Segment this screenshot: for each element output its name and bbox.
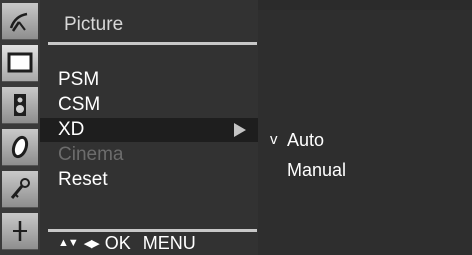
ok-hint: OK [104,232,131,253]
key-icon[interactable] [2,171,38,208]
menu-item-label: Cinema [58,144,124,165]
menu-item-label: XD [58,119,85,140]
picture-menu-panel: Picture PSM CSM XD Cinema Reset ▲▼ ◀▶ OK… [40,0,258,255]
title-divider [48,42,257,45]
menu-title: Picture [64,14,124,35]
menu-item-label: Reset [58,169,108,190]
menu-item-label: PSM [58,69,100,90]
input-source-icon[interactable] [2,213,38,250]
submenu-arrow-icon [234,123,246,137]
category-icon-column [0,0,40,255]
picture-screen-icon[interactable] [2,45,38,82]
submenu-item-label: Manual [287,160,347,180]
left-right-arrows-icon: ◀▶ [83,237,100,250]
menu-item-psm[interactable]: PSM [40,68,258,92]
xd-submenu-panel: v Auto Manual [258,10,472,255]
speaker-icon[interactable] [2,87,38,124]
osd-screen: Picture PSM CSM XD Cinema Reset ▲▼ ◀▶ OK… [0,0,472,255]
menu-item-cinema: Cinema [40,143,258,167]
menu-item-reset[interactable]: Reset [40,168,258,192]
checkmark-icon: v [270,131,278,148]
menu-item-csm[interactable]: CSM [40,93,258,117]
submenu-item-manual[interactable]: Manual [258,158,472,182]
menu-item-label: CSM [58,94,101,115]
satellite-dish-icon[interactable] [2,3,38,40]
navigation-hint-bar: ▲▼ ◀▶ OK MENU [58,232,196,254]
clock-icon[interactable] [2,129,38,166]
menu-item-xd[interactable]: XD [40,118,258,142]
submenu-item-label: Auto [287,130,325,150]
menu-hint: MENU [142,232,196,253]
submenu-item-auto[interactable]: v Auto [258,128,472,152]
up-down-arrows-icon: ▲▼ [58,237,79,249]
